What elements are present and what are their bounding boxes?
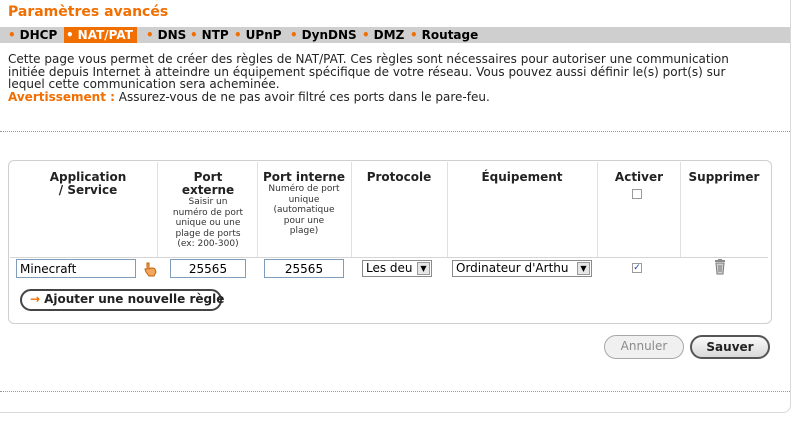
description-line: Cette page vous permet de créer des règl… bbox=[8, 52, 729, 66]
arrow-right-icon: → bbox=[30, 292, 41, 306]
hand-pointer-icon bbox=[144, 262, 157, 277]
application-input[interactable]: Minecraft bbox=[16, 259, 136, 278]
header-activate-label: Activer bbox=[614, 170, 664, 184]
header-separator bbox=[10, 257, 768, 258]
header-external-port: Port externe Saisir un numéro de port un… bbox=[160, 171, 256, 250]
internal-port-hint: Numéro de port bbox=[268, 184, 340, 194]
tab-label: Routage bbox=[421, 28, 479, 42]
trash-icon bbox=[715, 259, 725, 275]
tab-label: NTP bbox=[201, 28, 229, 42]
external-port-hint: plage de ports bbox=[175, 228, 241, 239]
tab-dmz[interactable]: • DMZ bbox=[362, 27, 404, 43]
activate-all-checkbox[interactable] bbox=[632, 189, 642, 199]
header-external-port-line: externe bbox=[181, 183, 235, 197]
header-application: Application / Service bbox=[20, 171, 156, 197]
header-delete: Supprimer bbox=[681, 171, 767, 184]
tab-dyndns[interactable]: • DynDNS bbox=[290, 27, 357, 43]
tab-label: DynDNS bbox=[301, 28, 357, 42]
header-protocol: Protocole bbox=[352, 171, 446, 184]
tab-nat-pat[interactable]: • NAT/PAT bbox=[64, 27, 137, 43]
nav-bullet: • bbox=[290, 28, 298, 42]
nav-bullet: • bbox=[146, 28, 154, 42]
divider bbox=[0, 391, 790, 392]
protocol-select[interactable]: Les deu ▼ bbox=[362, 260, 432, 277]
external-port-hint: Saisir un bbox=[188, 197, 228, 207]
internal-port-input[interactable]: 25565 bbox=[264, 259, 344, 278]
tab-label: DNS bbox=[157, 28, 187, 42]
nav-bullet: • bbox=[8, 28, 16, 42]
tab-routage[interactable]: • Routage bbox=[410, 27, 478, 43]
warning-label: Avertissement : bbox=[8, 89, 115, 104]
dropdown-arrow-icon: ▼ bbox=[417, 262, 430, 275]
internal-port-hint: (automatique bbox=[273, 205, 335, 215]
tab-label: DMZ bbox=[373, 28, 405, 42]
application-picker-icon[interactable] bbox=[142, 260, 160, 278]
header-device-label: Équipement bbox=[481, 170, 563, 184]
add-rule-label: Ajouter une nouvelle règle bbox=[44, 292, 225, 306]
tab-dns[interactable]: • DNS bbox=[146, 27, 186, 43]
tab-dhcp[interactable]: • DHCP bbox=[8, 27, 57, 43]
nav-bullet: • bbox=[234, 28, 242, 42]
header-device: Équipement bbox=[448, 171, 596, 184]
header-activate: Activer bbox=[598, 171, 680, 184]
protocol-value: Les deu bbox=[366, 261, 413, 275]
save-button[interactable]: Sauver bbox=[690, 335, 770, 359]
nav-bullet: • bbox=[410, 28, 418, 42]
dropdown-arrow-icon: ▼ bbox=[577, 262, 590, 275]
device-select[interactable]: Ordinateur d'Arthu ▼ bbox=[452, 260, 592, 277]
settings-nav: • DHCP • NAT/PAT • DNS • NTP • UPnP • DynDNS •… bbox=[0, 27, 790, 43]
external-port-hint: unique ou une bbox=[175, 218, 241, 228]
device-value: Ordinateur d'Arthu bbox=[456, 261, 569, 275]
external-port-input[interactable]: 25565 bbox=[170, 259, 246, 278]
tab-upnp[interactable]: • UPnP bbox=[234, 27, 282, 43]
header-internal-port: Port interne Numéro de port unique (auto… bbox=[258, 171, 350, 237]
rule-enabled-checkbox[interactable]: ✓ bbox=[632, 263, 642, 273]
internal-port-hint: unique bbox=[288, 194, 320, 205]
page-description: Cette page vous permet de créer des règl… bbox=[8, 53, 788, 103]
cancel-button[interactable]: Annuler bbox=[604, 335, 684, 359]
nav-bullet: • bbox=[190, 28, 198, 42]
nav-bullet: • bbox=[66, 28, 74, 42]
header-application-line: / Service bbox=[58, 183, 118, 197]
nav-bullet: • bbox=[362, 28, 370, 42]
internal-port-hint: pour une bbox=[283, 215, 325, 226]
divider bbox=[0, 131, 790, 132]
external-port-hint: (ex: 200-300) bbox=[177, 239, 239, 249]
advanced-settings-page: Paramètres avancés • DHCP • NAT/PAT • DNS •… bbox=[0, 0, 791, 413]
header-delete-label: Supprimer bbox=[688, 170, 760, 184]
warning-line: Avertissement : Assurez-vous de ne pas a… bbox=[8, 89, 788, 104]
header-protocol-label: Protocole bbox=[366, 170, 432, 184]
tab-label: NAT/PAT bbox=[77, 28, 133, 42]
page-title: Paramètres avancés bbox=[8, 4, 169, 20]
warning-text: Assurez-vous de ne pas avoir filtré ces … bbox=[114, 89, 490, 104]
external-port-hint: numéro de port bbox=[172, 207, 244, 218]
tab-ntp[interactable]: • NTP bbox=[190, 27, 229, 43]
tab-label: UPnP bbox=[245, 28, 282, 42]
add-rule-button[interactable]: → Ajouter une nouvelle règle bbox=[20, 289, 225, 311]
column-divider bbox=[157, 162, 158, 258]
internal-port-hint: plage) bbox=[289, 226, 319, 236]
tab-label: DHCP bbox=[19, 28, 58, 42]
delete-rule-button[interactable] bbox=[713, 259, 727, 275]
header-internal-port-line: Port interne bbox=[262, 170, 345, 184]
